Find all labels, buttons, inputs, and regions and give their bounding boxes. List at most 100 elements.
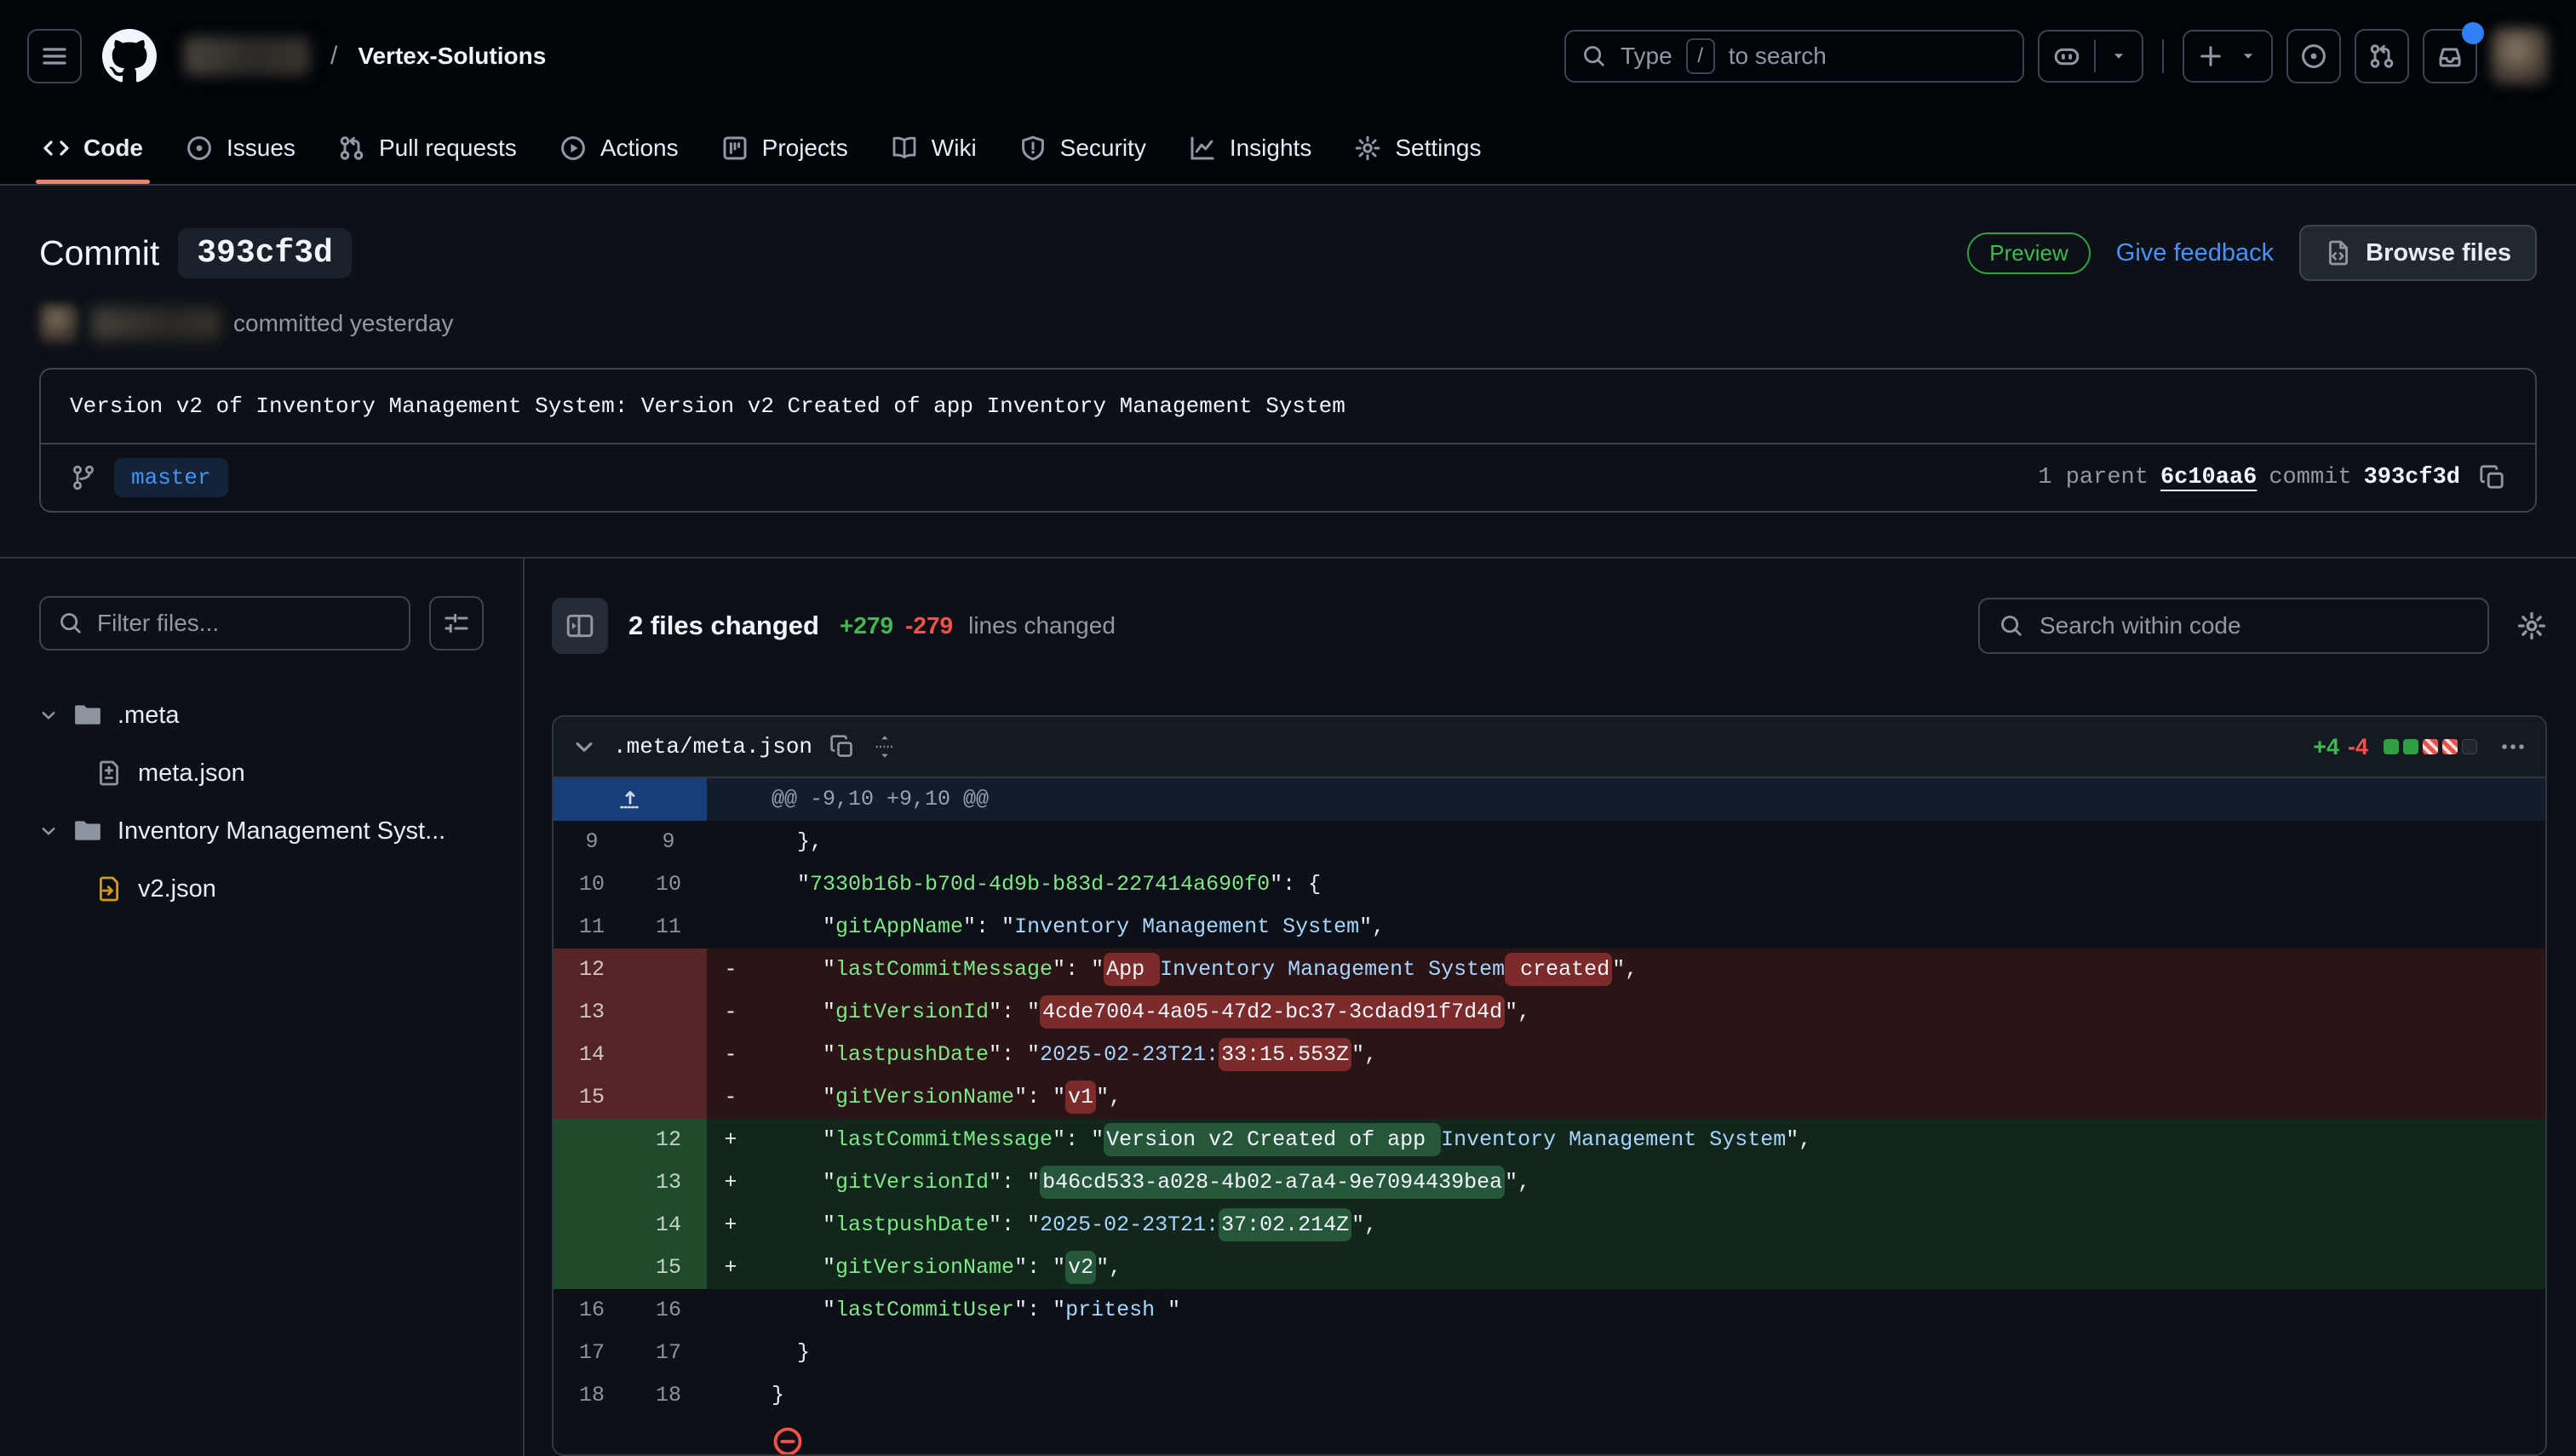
file-drag-handle[interactable] — [872, 734, 898, 760]
branch-pill[interactable]: master — [114, 458, 228, 497]
tree-folder-inventory-management-syst[interactable]: Inventory Management Syst... — [39, 802, 484, 860]
old-line-number[interactable]: 9 — [554, 821, 630, 863]
expand-hunk-button[interactable] — [554, 778, 707, 821]
new-line-number[interactable]: 10 — [630, 863, 707, 906]
diff-line-content: "gitAppName": "Inventory Management Syst… — [754, 906, 2545, 949]
tree-folder-meta[interactable]: .meta — [39, 686, 484, 744]
tab-insights[interactable]: Insights — [1170, 112, 1331, 184]
tree-file-meta-json[interactable]: meta.json — [39, 744, 484, 802]
old-line-number[interactable]: 15 — [554, 1076, 630, 1119]
new-line-number[interactable] — [630, 991, 707, 1034]
pull-requests-button[interactable] — [2355, 29, 2409, 83]
breadcrumb-repo-link[interactable]: Vertex-Solutions — [358, 43, 546, 70]
global-header: / Vertex-Solutions Type / to search — [0, 0, 2576, 112]
new-line-number[interactable]: 12 — [630, 1119, 707, 1161]
create-new-button[interactable] — [2184, 32, 2237, 81]
diff-line-content: "lastCommitMessage": "App Inventory Mana… — [754, 949, 2545, 991]
give-feedback-link[interactable]: Give feedback — [2116, 239, 2274, 267]
github-logo-icon[interactable] — [102, 29, 157, 83]
old-line-number[interactable]: 10 — [554, 863, 630, 906]
tab-label: Insights — [1230, 135, 1312, 162]
new-line-number[interactable]: 17 — [630, 1332, 707, 1374]
search-within-code-input[interactable]: Search within code — [1978, 598, 2489, 654]
filter-files-input[interactable]: Filter files... — [39, 596, 410, 651]
old-line-number[interactable]: 17 — [554, 1332, 630, 1374]
new-line-number[interactable] — [630, 1076, 707, 1119]
new-line-number[interactable]: 11 — [630, 906, 707, 949]
diff-sign — [707, 863, 754, 906]
tab-code[interactable]: Code — [24, 112, 162, 184]
diff-line-context: 1717 } — [554, 1332, 2545, 1374]
diff-hunk-row: @@ -9,10 +9,10 @@ — [554, 778, 2545, 821]
old-line-number[interactable] — [554, 1161, 630, 1204]
old-line-number[interactable] — [554, 1247, 630, 1289]
old-line-number[interactable]: 12 — [554, 949, 630, 991]
parent-sha-link[interactable]: 6c10aa6 — [2160, 465, 2257, 490]
grip-icon — [872, 734, 898, 760]
tab-label: Issues — [227, 135, 295, 162]
old-line-number[interactable] — [554, 1204, 630, 1247]
new-line-number[interactable] — [630, 1034, 707, 1076]
new-line-number[interactable]: 18 — [630, 1374, 707, 1417]
new-line-number[interactable]: 14 — [630, 1204, 707, 1247]
old-line-number[interactable]: 16 — [554, 1289, 630, 1332]
copy-file-path-button[interactable] — [829, 734, 855, 760]
diff-line-del: 14- "lastpushDate": "2025-02-23T21:33:15… — [554, 1034, 2545, 1076]
search-within-code-placeholder: Search within code — [2040, 612, 2241, 639]
tab-label: Settings — [1395, 135, 1481, 162]
copilot-menu-button[interactable] — [2096, 32, 2142, 81]
new-line-number[interactable]: 16 — [630, 1289, 707, 1332]
file-options-button[interactable] — [2499, 733, 2527, 760]
create-new-menu-button[interactable] — [2237, 32, 2271, 81]
old-line-number[interactable]: 11 — [554, 906, 630, 949]
global-search-input[interactable]: Type / to search — [1564, 30, 2024, 83]
new-line-number[interactable] — [630, 949, 707, 991]
breadcrumb-owner-redacted[interactable] — [184, 37, 310, 76]
diff-line-context: 1818} — [554, 1374, 2545, 1417]
diff-line-context: 1616 "lastCommitUser": "pritesh " — [554, 1289, 2545, 1332]
tab-label: Wiki — [932, 135, 977, 162]
commit-title-label: Commit — [39, 233, 159, 273]
old-line-number[interactable] — [554, 1119, 630, 1161]
diff-line-content: "lastpushDate": "2025-02-23T21:33:15.553… — [754, 1034, 2545, 1076]
folder-icon — [73, 701, 102, 730]
gear-icon — [2516, 610, 2547, 641]
diff-sign: + — [707, 1119, 754, 1161]
chevron-down-icon — [2109, 47, 2128, 66]
tab-settings[interactable]: Settings — [1335, 112, 1500, 184]
header-divider — [2162, 39, 2164, 73]
collapse-sidebar-button[interactable] — [552, 598, 608, 654]
committer-name-redacted[interactable] — [92, 307, 220, 340]
diff-sign — [707, 1289, 754, 1332]
diff-settings-button[interactable] — [2516, 610, 2547, 641]
new-line-number[interactable]: 15 — [630, 1247, 707, 1289]
tab-security[interactable]: Security — [1001, 112, 1165, 184]
diff-main-area: 2 files changed +279 -279 lines changed … — [525, 559, 2576, 1456]
issues-button[interactable] — [2286, 29, 2341, 83]
copilot-button[interactable] — [2040, 32, 2094, 81]
code-icon — [43, 135, 70, 162]
tab-projects[interactable]: Projects — [703, 112, 867, 184]
user-avatar[interactable] — [2491, 27, 2549, 85]
old-line-number[interactable]: 13 — [554, 991, 630, 1034]
old-line-number[interactable]: 18 — [554, 1374, 630, 1417]
git-branch-icon — [70, 464, 97, 491]
tab-issues[interactable]: Issues — [167, 112, 314, 184]
collapse-file-button[interactable] — [572, 735, 596, 759]
tab-pull-requests[interactable]: Pull requests — [319, 112, 536, 184]
old-line-number[interactable]: 14 — [554, 1034, 630, 1076]
filter-options-button[interactable] — [429, 596, 484, 651]
new-line-number[interactable]: 9 — [630, 821, 707, 863]
chevron-down-icon — [39, 822, 58, 840]
preview-badge[interactable]: Preview — [1967, 232, 2090, 274]
tab-actions[interactable]: Actions — [541, 112, 697, 184]
hunk-header-text: @@ -9,10 +9,10 @@ — [707, 778, 989, 821]
browse-files-button[interactable]: Browse files — [2299, 225, 2537, 281]
inbox-icon — [2436, 43, 2464, 70]
new-line-number[interactable]: 13 — [630, 1161, 707, 1204]
copy-sha-button[interactable] — [2479, 464, 2506, 491]
tab-wiki[interactable]: Wiki — [872, 112, 995, 184]
committer-avatar[interactable] — [39, 304, 78, 343]
tree-file-v2-json[interactable]: v2.json — [39, 860, 484, 918]
hamburger-menu-button[interactable] — [27, 29, 82, 83]
